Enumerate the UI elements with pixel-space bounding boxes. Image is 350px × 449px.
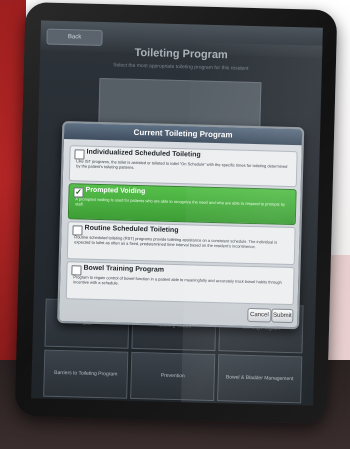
option-description: Routine scheduled toileting (RST) progra…	[74, 234, 278, 250]
tile-bowel-bladder[interactable]: Bowel & Bladder Management	[217, 353, 303, 404]
option-title: Prompted Voiding	[85, 186, 146, 196]
option-prompted-voiding[interactable]: ✓ Prompted Voiding A prompted voiding is…	[67, 183, 297, 226]
cancel-button[interactable]: Cancel	[247, 307, 272, 323]
photo-scene: Back Toileting Program Select the most a…	[0, 0, 350, 449]
tile-prevention[interactable]: Prevention	[130, 351, 216, 402]
tablet-screen: Back Toileting Program Select the most a…	[31, 20, 323, 406]
option-title: Individualized Scheduled Toileting	[86, 148, 201, 159]
option-title: Bowel Training Program	[83, 264, 165, 274]
submit-button[interactable]: Submit	[271, 308, 294, 324]
option-description: Like IST programs, the toilet is assiste…	[76, 158, 288, 170]
dialog-title: Current Toileting Program	[63, 123, 303, 146]
tablet-device: Back Toileting Program Select the most a…	[14, 1, 338, 425]
option-title: Routine Scheduled Toileting	[84, 224, 179, 235]
option-individualized-scheduled[interactable]: Individualized Scheduled Toileting Like …	[68, 145, 298, 188]
option-bowel-training[interactable]: Bowel Training Program Program to regain…	[65, 261, 295, 306]
back-button[interactable]: Back	[46, 28, 103, 47]
tile-barriers[interactable]: Barriers to Toileting Program	[43, 349, 129, 399]
page-subtitle: Select the most appropriate toileting pr…	[113, 62, 249, 72]
option-description: A prompted voiding is used for patients …	[75, 196, 286, 207]
toileting-program-dialog: Current Toileting Program Individualized…	[57, 120, 305, 330]
option-description: Program to regain control of bowel funct…	[73, 274, 282, 286]
option-routine-scheduled[interactable]: Routine Scheduled Toileting Routine sche…	[66, 221, 296, 266]
